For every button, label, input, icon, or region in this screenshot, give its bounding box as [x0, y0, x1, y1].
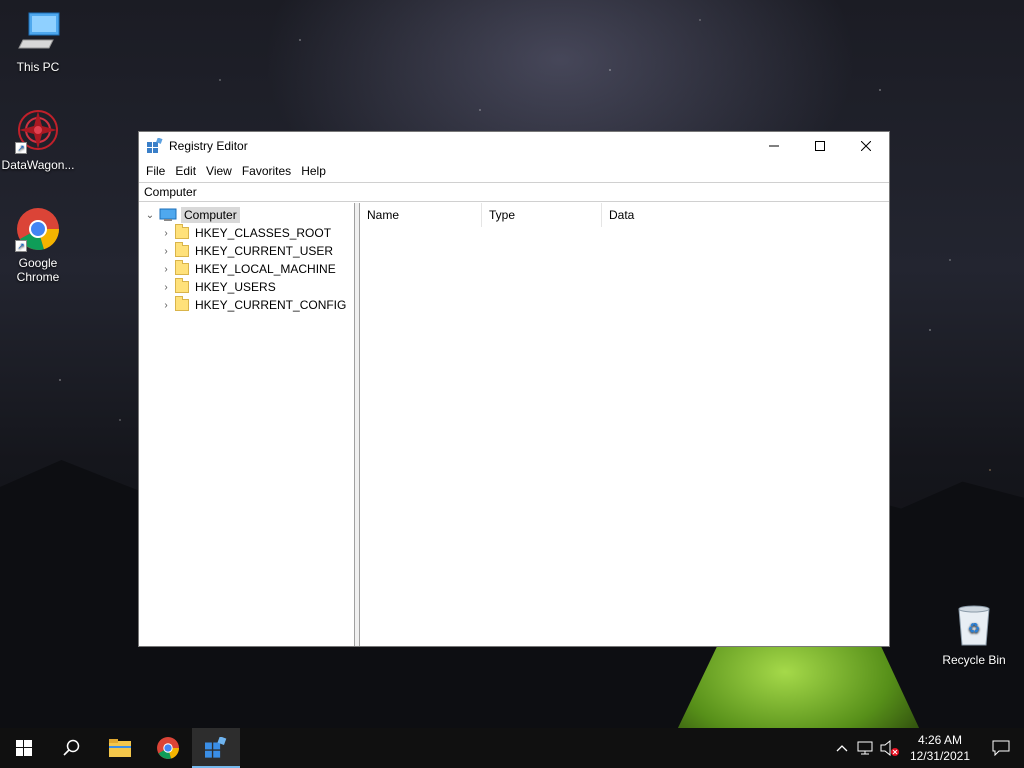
- shortcut-arrow-icon: ↗: [15, 240, 27, 252]
- desktop-icon-label: Google Chrome: [16, 256, 60, 284]
- taskbar-google-chrome[interactable]: [144, 728, 192, 768]
- tree-item-label: HKEY_CLASSES_ROOT: [195, 226, 332, 240]
- tree-item-label: HKEY_CURRENT_CONFIG: [195, 298, 347, 312]
- desktop-icon-label: DataWagon...: [1, 158, 75, 172]
- tree-item-label: HKEY_USERS: [195, 280, 276, 294]
- minimize-icon: [769, 145, 779, 147]
- column-header-type[interactable]: Type: [482, 203, 602, 227]
- folder-icon: [175, 224, 189, 239]
- network-icon: [857, 741, 873, 755]
- title-bar[interactable]: Registry Editor: [139, 132, 889, 160]
- chevron-right-icon[interactable]: ›: [161, 282, 171, 293]
- close-button[interactable]: [843, 132, 889, 160]
- taskbar-file-explorer[interactable]: [96, 728, 144, 768]
- tree-item-label: Computer: [181, 207, 240, 223]
- desktop-icon-this-pc[interactable]: This PC: [0, 10, 76, 74]
- desktop-icon-recycle-bin[interactable]: ♻ Recycle Bin: [936, 603, 1012, 667]
- this-pc-icon: [15, 10, 61, 56]
- window-title: Registry Editor: [169, 139, 248, 153]
- shortcut-arrow-icon: ↗: [15, 142, 27, 154]
- search-icon: [63, 739, 80, 756]
- svg-text:♻: ♻: [968, 621, 981, 637]
- menu-edit[interactable]: Edit: [170, 160, 201, 182]
- file-explorer-icon: [109, 739, 131, 757]
- desktop-icon-label: This PC: [16, 60, 60, 74]
- folder-icon: [175, 260, 189, 275]
- chevron-right-icon[interactable]: ›: [161, 228, 171, 239]
- maximize-button[interactable]: [797, 132, 843, 160]
- chrome-icon: [157, 737, 179, 759]
- tree-item-hkey-local-machine[interactable]: › HKEY_LOCAL_MACHINE: [139, 260, 354, 278]
- chevron-right-icon[interactable]: ›: [161, 264, 171, 275]
- network-tray-button[interactable]: [854, 728, 878, 768]
- clock-date: 12/31/2021: [909, 749, 970, 763]
- search-button[interactable]: [48, 728, 96, 768]
- chevron-right-icon[interactable]: ›: [161, 300, 171, 311]
- close-icon: [861, 141, 871, 151]
- tree-item-hkey-classes-root[interactable]: › HKEY_CLASSES_ROOT: [139, 224, 354, 242]
- column-header-data[interactable]: Data: [602, 203, 888, 227]
- tree-item-hkey-users[interactable]: › HKEY_USERS: [139, 278, 354, 296]
- clock-time: 4:26 AM: [917, 733, 962, 747]
- taskbar-registry-editor[interactable]: [192, 728, 240, 768]
- folder-icon: [175, 278, 189, 293]
- tree-item-hkey-current-user[interactable]: › HKEY_CURRENT_USER: [139, 242, 354, 260]
- minimize-button[interactable]: [751, 132, 797, 160]
- tree-item-computer[interactable]: ⌄ Computer: [139, 206, 354, 224]
- desktop-icon-label: Recycle Bin: [942, 653, 1006, 667]
- windows-logo-icon: [16, 740, 32, 756]
- taskbar: 4:26 AM 12/31/2021: [0, 728, 1024, 768]
- system-tray: 4:26 AM 12/31/2021: [830, 728, 1024, 768]
- volume-muted-icon: [880, 740, 899, 756]
- folder-icon: [175, 242, 189, 257]
- menu-view[interactable]: View: [201, 160, 237, 182]
- list-header: Name Type Data: [360, 203, 889, 228]
- action-center-button[interactable]: [978, 728, 1024, 768]
- show-hidden-icons-button[interactable]: [830, 728, 854, 768]
- folder-icon: [175, 296, 189, 311]
- values-list-pane[interactable]: Name Type Data: [359, 203, 889, 646]
- menu-help[interactable]: Help: [296, 160, 331, 182]
- column-header-name[interactable]: Name: [360, 203, 482, 227]
- notification-icon: [992, 740, 1010, 756]
- computer-icon: [159, 208, 177, 222]
- key-tree-pane[interactable]: ⌄ Computer › HKEY_CLASSES_ROOT › HKEY_CU…: [139, 203, 355, 646]
- tree-item-label: HKEY_CURRENT_USER: [195, 244, 334, 258]
- registry-editor-window: Registry Editor File Edit View Favorites…: [138, 131, 890, 647]
- tree-item-hkey-current-config[interactable]: › HKEY_CURRENT_CONFIG: [139, 296, 354, 314]
- menu-bar: File Edit View Favorites Help: [139, 160, 889, 182]
- chevron-right-icon[interactable]: ›: [161, 246, 171, 257]
- menu-file[interactable]: File: [141, 160, 170, 182]
- datawagon-icon: ↗: [15, 108, 61, 154]
- registry-editor-icon: [147, 137, 163, 154]
- chevron-down-icon[interactable]: ⌄: [145, 210, 155, 221]
- chrome-icon: ↗: [15, 206, 61, 252]
- desktop-icon-datawagon[interactable]: ↗ DataWagon...: [0, 108, 76, 172]
- clock[interactable]: 4:26 AM 12/31/2021: [902, 732, 978, 764]
- registry-editor-icon: [205, 737, 227, 758]
- maximize-icon: [815, 141, 825, 151]
- tree-item-label: HKEY_LOCAL_MACHINE: [195, 262, 336, 276]
- desktop-icon-google-chrome[interactable]: ↗ Google Chrome: [0, 206, 76, 284]
- volume-tray-button[interactable]: [878, 728, 902, 768]
- chevron-up-icon: [836, 745, 848, 752]
- start-button[interactable]: [0, 728, 48, 768]
- address-bar[interactable]: Computer: [139, 182, 889, 202]
- recycle-bin-icon: ♻: [951, 603, 997, 649]
- menu-favorites[interactable]: Favorites: [237, 160, 296, 182]
